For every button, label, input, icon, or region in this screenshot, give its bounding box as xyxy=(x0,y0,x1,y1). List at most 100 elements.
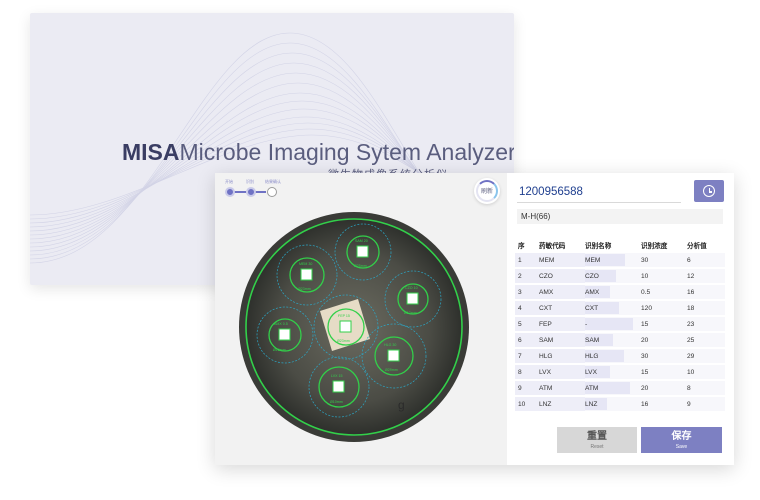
clock-hand xyxy=(708,191,712,193)
step-dot[interactable] xyxy=(267,187,277,197)
recognized-name-text: HLG xyxy=(585,352,599,360)
svg-text:ɡ: ɡ xyxy=(398,398,405,412)
table-row[interactable]: 1 MEM MEM 30 6 xyxy=(515,253,725,267)
disk-zone: Ø23mm xyxy=(337,339,350,343)
table-row[interactable]: 5 FEP - 15 23 xyxy=(515,317,725,331)
refresh-button[interactable]: 刷新 xyxy=(474,178,500,204)
drug-code: CXT xyxy=(533,301,585,315)
step-connector xyxy=(255,191,266,193)
recognized-name: AMX xyxy=(585,285,641,299)
recognized-name-text: ATM xyxy=(585,384,599,392)
step-label: 识别 xyxy=(246,179,254,184)
row-index: 2 xyxy=(515,269,533,283)
table-row[interactable]: 8 LVX LVX 15 10 xyxy=(515,365,725,379)
recognized-concentration: 30 xyxy=(641,253,687,267)
recognized-concentration: 20 xyxy=(641,381,687,395)
recognized-name-text: SAM xyxy=(585,336,600,344)
recognized-name: CZO xyxy=(585,269,641,283)
table-row[interactable]: 7 HLG HLG 30 29 xyxy=(515,349,725,363)
column-header: 序 xyxy=(518,243,525,250)
row-index: 10 xyxy=(515,397,533,411)
analysis-value: 6 xyxy=(687,253,725,267)
recognized-name: HLG xyxy=(585,349,641,363)
step-label: 结果确认 xyxy=(265,179,281,184)
table-row[interactable]: 2 CZO CZO 10 12 xyxy=(515,269,725,283)
drug-code: ATM xyxy=(533,381,585,395)
reset-button[interactable]: 重置 Reset xyxy=(557,427,637,453)
drug-code: HLG xyxy=(533,349,585,363)
brand-title: MISAMicrobe Imaging Sytem Analyzer xyxy=(122,139,514,166)
row-index: 8 xyxy=(515,365,533,379)
analysis-value: 25 xyxy=(687,333,725,347)
recognized-concentration: 15 xyxy=(641,365,687,379)
recognized-name-text: LVX xyxy=(585,368,597,376)
table-row[interactable]: 3 AMX AMX 0.5 16 xyxy=(515,285,725,299)
drug-code: LNZ xyxy=(533,397,585,411)
table-row[interactable]: 4 CXT CXT 120 18 xyxy=(515,301,725,315)
disk-code: AMX 0.5 xyxy=(274,322,288,326)
recognized-name-text: CZO xyxy=(585,272,599,280)
table-row[interactable]: 6 SAM SAM 20 25 xyxy=(515,333,725,347)
table-row[interactable]: 10 LNZ LNZ 16 9 xyxy=(515,397,725,411)
sample-id-field[interactable]: 1200956588 xyxy=(517,181,681,203)
brand-short: MISA xyxy=(122,139,180,165)
reset-sublabel: Reset xyxy=(590,444,604,450)
recognized-name: - xyxy=(585,317,641,331)
analysis-value: 29 xyxy=(687,349,725,363)
disk-code: CZO 10 xyxy=(405,286,418,290)
step-dot[interactable] xyxy=(246,187,256,197)
recognized-name-text: LNZ xyxy=(585,400,598,408)
drug-code: SAM xyxy=(533,333,585,347)
antibiotic-disk xyxy=(356,245,369,258)
column-header: 分析值 xyxy=(687,243,707,250)
stage: MISAMicrobe Imaging Sytem Analyzer 微生物成像… xyxy=(0,0,760,500)
table-row[interactable]: 9 ATM ATM 20 8 xyxy=(515,381,725,395)
disk-zone: Ø16mm xyxy=(273,348,286,352)
history-button[interactable] xyxy=(694,180,724,202)
image-pane: 开始 识别 结果确认 刷新 ɡ MEM 30 Ø23mm SAM 20 Ø25m… xyxy=(215,173,507,465)
results-table: 序 药敏代码 识别名称 识别浓度 分析值 1 MEM MEM 30 6 2 CZO CZO 10… xyxy=(515,237,725,413)
step-dot[interactable] xyxy=(225,187,235,197)
antibiotic-disk xyxy=(387,349,400,362)
column-header: 识别浓度 xyxy=(641,243,668,250)
drug-code: CZO xyxy=(533,269,585,283)
disk-code: SAM 20 xyxy=(355,239,368,243)
results-body: 1 MEM MEM 30 6 2 CZO CZO 10 12 3 AMX AMX 0.5 16 4 CXT CXT… xyxy=(515,253,725,411)
disk-code: LVX 15 xyxy=(331,374,343,378)
recognized-concentration: 30 xyxy=(641,349,687,363)
method-field[interactable]: M-H(66) xyxy=(517,209,723,224)
recognized-name-text: MEM xyxy=(585,256,601,264)
antibiotic-disk xyxy=(406,292,419,305)
recognized-name: LNZ xyxy=(585,397,641,411)
recognized-name-text: - xyxy=(585,320,588,328)
antibiotic-disk xyxy=(339,320,352,333)
analysis-value: 23 xyxy=(687,317,725,331)
refresh-label: 刷新 xyxy=(480,189,493,195)
row-index: 4 xyxy=(515,301,533,315)
row-index: 9 xyxy=(515,381,533,395)
disk-code: MEM 30 xyxy=(299,262,312,266)
analysis-value: 8 xyxy=(687,381,725,395)
recognized-concentration: 120 xyxy=(641,301,687,315)
row-index: 1 xyxy=(515,253,533,267)
recognized-concentration: 16 xyxy=(641,397,687,411)
disk-zone: Ø25mm xyxy=(354,264,367,268)
disk-zone: Ø12mm xyxy=(404,311,417,315)
drug-code: MEM xyxy=(533,253,585,267)
recognized-concentration: 15 xyxy=(641,317,687,331)
drug-code: FEP xyxy=(533,317,585,331)
drug-code: AMX xyxy=(533,285,585,299)
recognized-concentration: 20 xyxy=(641,333,687,347)
disk-code: FEP 15 xyxy=(338,314,350,318)
step-label: 开始 xyxy=(225,179,233,184)
analysis-value: 10 xyxy=(687,365,725,379)
recognized-name: SAM xyxy=(585,333,641,347)
reset-label: 重置 xyxy=(587,431,607,442)
antibiotic-disk xyxy=(300,268,313,281)
row-index: 3 xyxy=(515,285,533,299)
save-button[interactable]: 保存 Save xyxy=(641,427,722,453)
brand-full: Microbe Imaging Sytem Analyzer xyxy=(179,139,515,165)
save-sublabel: Save xyxy=(675,444,688,450)
step-connector xyxy=(234,191,246,193)
column-header: 识别名称 xyxy=(585,243,612,250)
